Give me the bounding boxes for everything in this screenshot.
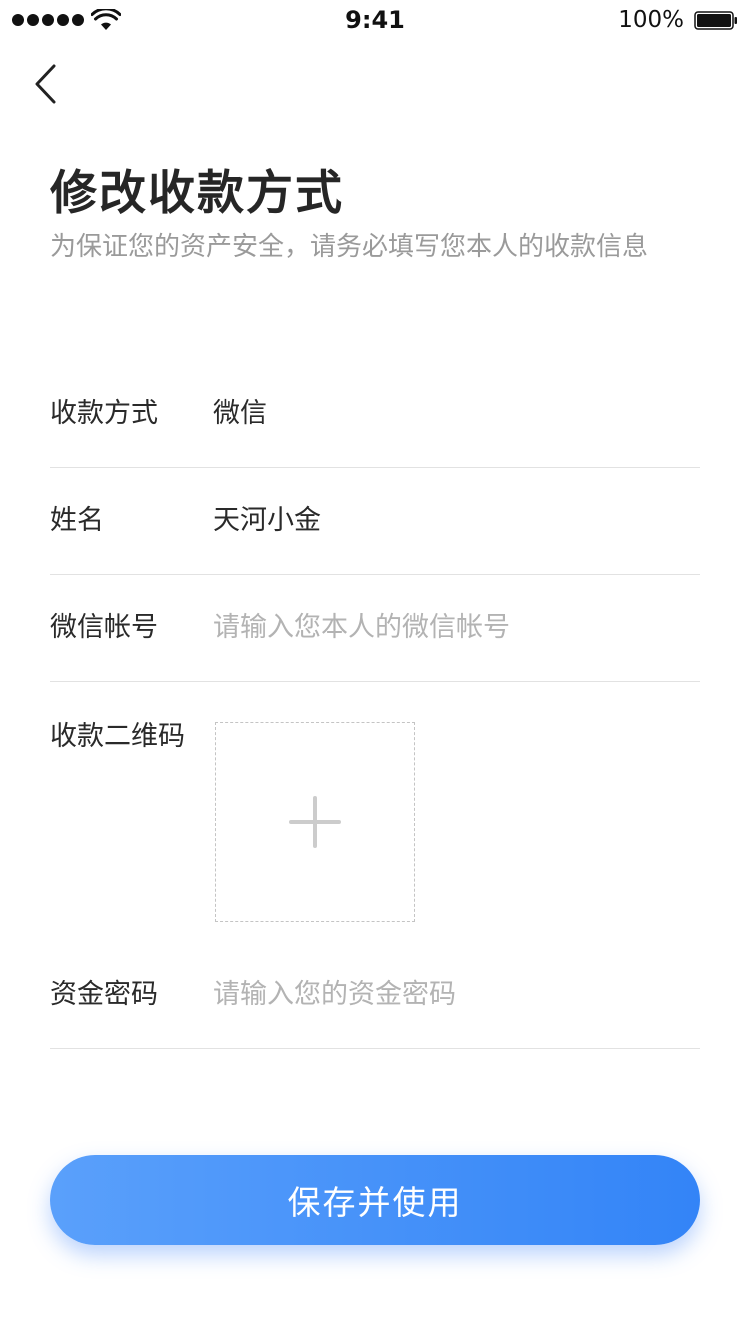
password-label: 资金密码 <box>50 979 158 1010</box>
back-button[interactable] <box>28 62 64 106</box>
page-title: 修改收款方式 <box>50 166 344 221</box>
fund-password-input[interactable] <box>213 971 683 1017</box>
name-value: 天河小金 <box>213 505 321 536</box>
battery-icon <box>694 11 737 30</box>
name-row: 姓名 天河小金 <box>50 467 700 575</box>
payment-method-label: 收款方式 <box>50 398 158 429</box>
payment-method-row[interactable]: 收款方式 微信 <box>50 360 700 468</box>
save-and-use-button[interactable]: 保存并使用 <box>50 1155 700 1245</box>
page-subtitle: 为保证您的资产安全，请务必填写您本人的收款信息 <box>50 232 649 262</box>
wechat-account-input[interactable] <box>213 604 683 650</box>
chevron-left-icon <box>35 64 56 104</box>
plus-icon <box>289 796 341 848</box>
qr-code-upload-button[interactable] <box>215 722 415 922</box>
name-label: 姓名 <box>50 505 104 536</box>
battery-percentage: 100% <box>618 7 684 33</box>
qr-code-label: 收款二维码 <box>50 721 185 752</box>
account-row: 微信帐号 <box>50 574 700 682</box>
account-label: 微信帐号 <box>50 612 158 643</box>
status-bar: 9:41 100% <box>0 0 750 40</box>
payment-method-value: 微信 <box>213 398 267 429</box>
password-row: 资金密码 <box>50 941 700 1049</box>
